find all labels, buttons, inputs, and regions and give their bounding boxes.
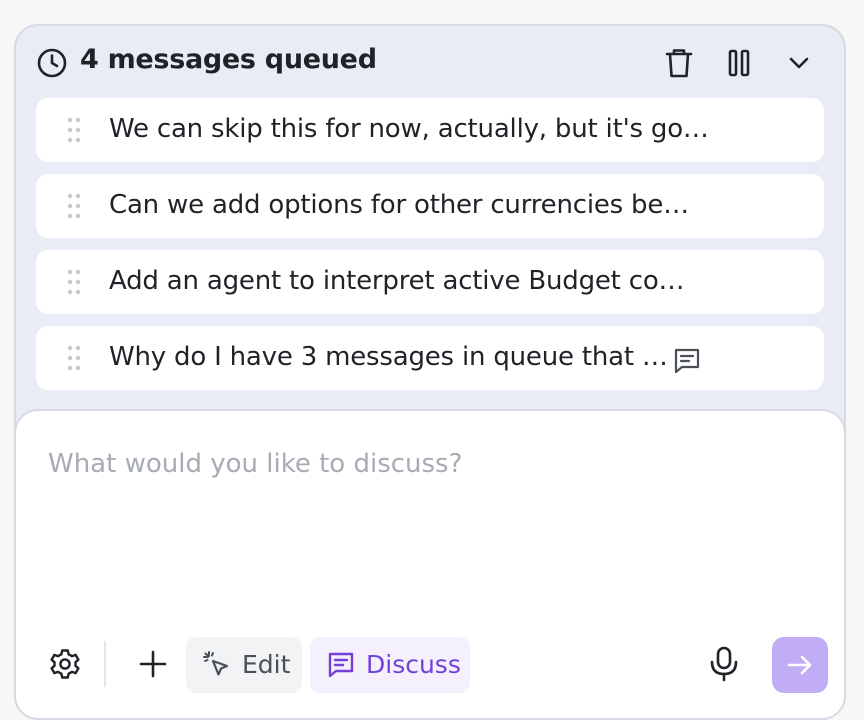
- queued-message[interactable]: Add an agent to interpret active Budget …: [36, 250, 824, 314]
- chevron-down-icon: [789, 57, 809, 69]
- edit-label: Edit: [242, 650, 291, 679]
- drag-handle-icon[interactable]: [67, 268, 81, 296]
- discuss-mode-button[interactable]: Discuss: [310, 637, 470, 693]
- pause-icon: [728, 49, 750, 77]
- queue-list: We can skip this for now, actually, but …: [36, 98, 824, 402]
- message-queue-panel: 4 messages queued We can skip this for n…: [14, 24, 846, 720]
- trash-icon: [665, 49, 693, 78]
- queued-message-text: Add an agent to interpret active Budget …: [109, 266, 685, 296]
- pause-queue-button[interactable]: [720, 44, 758, 82]
- drag-handle-icon[interactable]: [67, 344, 81, 372]
- discuss-icon: [328, 652, 354, 678]
- clear-queue-button[interactable]: [660, 44, 698, 82]
- queued-message[interactable]: Why do I have 3 messages in queue that …: [36, 326, 824, 390]
- clock-icon: [37, 48, 67, 78]
- gear-icon[interactable]: [48, 647, 82, 681]
- send-button[interactable]: [772, 637, 828, 693]
- queued-message-text: We can skip this for now, actually, but …: [109, 114, 709, 144]
- queue-header: 4 messages queued: [16, 26, 844, 100]
- queued-message-text: Why do I have 3 messages in queue that …: [109, 342, 668, 372]
- queued-message[interactable]: We can skip this for now, actually, but …: [36, 98, 824, 162]
- queued-message[interactable]: Can we add options for other currencies …: [36, 174, 824, 238]
- queued-message-text: Can we add options for other currencies …: [109, 190, 689, 220]
- message-composer[interactable]: What would you like to discuss? Edit Dis…: [16, 409, 844, 718]
- arrow-right-icon: [787, 655, 812, 675]
- drag-handle-icon[interactable]: [67, 116, 81, 144]
- microphone-icon[interactable]: [706, 645, 742, 683]
- comment-icon: [674, 348, 700, 374]
- toolbar-divider: [104, 641, 106, 687]
- edit-mode-button[interactable]: Edit: [186, 637, 302, 693]
- drag-handle-icon[interactable]: [67, 192, 81, 220]
- message-input[interactable]: What would you like to discuss?: [48, 449, 462, 479]
- plus-icon[interactable]: [136, 647, 170, 681]
- collapse-queue-button[interactable]: [780, 44, 818, 82]
- cursor-click-icon: [203, 651, 229, 676]
- composer-toolbar: Edit Discuss: [16, 637, 844, 697]
- queue-title: 4 messages queued: [80, 44, 377, 75]
- discuss-label: Discuss: [366, 650, 461, 679]
